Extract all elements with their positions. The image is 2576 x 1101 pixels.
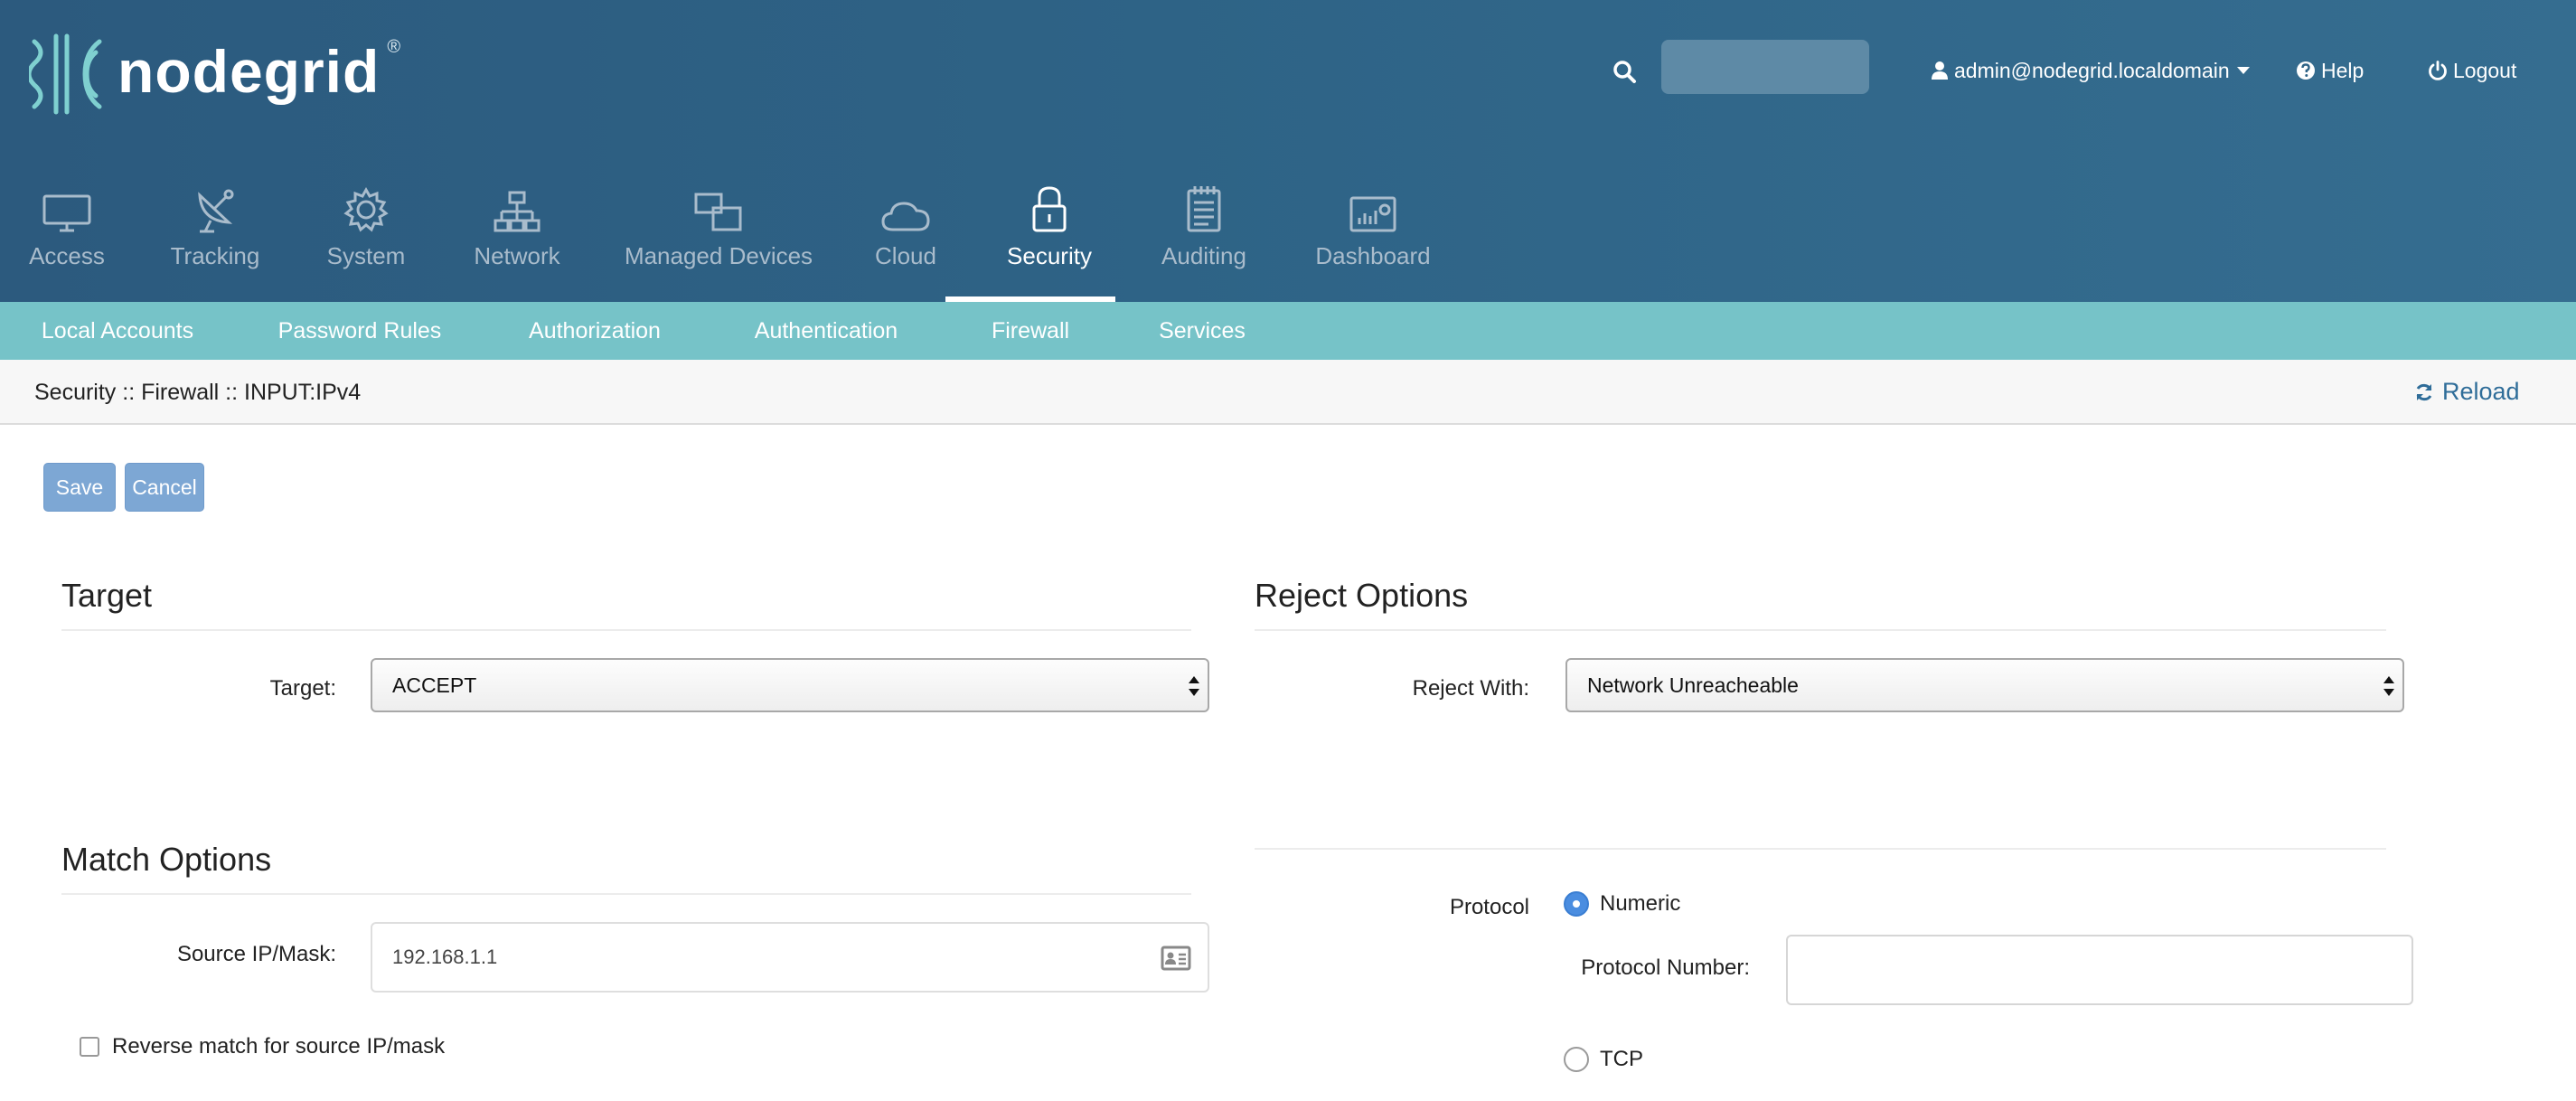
reject-with-select-value: Network Unreacheable: [1587, 673, 1799, 697]
satellite-dish-icon: [198, 189, 234, 233]
protocol-label: Protocol: [1449, 895, 1529, 919]
reject-section-divider: [1255, 629, 2386, 631]
question-circle-icon: [2297, 61, 2315, 80]
brand-registered-mark: ®: [387, 36, 401, 57]
user-name: admin@nodegrid.localdomain: [1954, 58, 2230, 82]
nodegrid-logo[interactable]: nodegrid ®: [29, 29, 400, 119]
nav-system[interactable]: System: [325, 177, 407, 302]
nav-security[interactable]: Security: [1001, 177, 1097, 302]
protocol-numeric-label: Numeric: [1600, 891, 1681, 916]
nav-network[interactable]: Network: [472, 177, 562, 302]
reverse-source-checkbox[interactable]: [80, 1037, 99, 1057]
source-ip-input[interactable]: 192.168.1.1: [371, 922, 1209, 993]
target-select-value: ACCEPT: [392, 673, 477, 697]
lock-icon: [1032, 186, 1067, 232]
nav-tracking[interactable]: Tracking: [170, 177, 260, 302]
protocol-numeric-radio[interactable]: [1564, 891, 1589, 917]
match-section-title: Match Options: [61, 841, 272, 878]
target-label: Target:: [269, 676, 336, 701]
select-arrows-icon: [2383, 676, 2394, 696]
gear-icon: [343, 186, 389, 232]
app-header: nodegrid ® admin@nodegrid.localdomain He…: [0, 0, 2576, 302]
nav-auditing-label: Auditing: [1161, 242, 1246, 269]
nav-system-label: System: [326, 242, 406, 269]
target-section-divider: [61, 629, 1191, 631]
subnav-services[interactable]: Services: [1142, 302, 1262, 360]
reject-with-label: Reject With:: [1412, 676, 1529, 701]
reverse-source-checkbox-row[interactable]: Reverse match for source IP/mask: [80, 1034, 445, 1059]
subnav-authentication[interactable]: Authentication: [730, 302, 922, 360]
nav-tracking-label: Tracking: [170, 242, 260, 269]
protocol-section-divider: [1255, 848, 2386, 850]
security-subnav: Local Accounts Password Rules Authorizat…: [0, 296, 2576, 360]
save-button[interactable]: Save: [43, 463, 116, 512]
protocol-tcp-option[interactable]: TCP: [1564, 1047, 1643, 1072]
protocol-tcp-label: TCP: [1600, 1047, 1643, 1071]
main-nav: Access Tracking System Network Managed D…: [0, 177, 1537, 302]
breadcrumb: Security :: Firewall :: INPUT:IPv4: [34, 380, 362, 405]
nav-dashboard[interactable]: Dashboard: [1315, 177, 1431, 302]
logout-link[interactable]: Logout: [2428, 54, 2516, 87]
source-ip-label: Source IP/Mask:: [176, 942, 336, 966]
subnav-local-accounts[interactable]: Local Accounts: [18, 302, 217, 360]
reload-label: Reload: [2442, 378, 2520, 405]
nav-managed-devices[interactable]: Managed Devices: [625, 177, 813, 302]
logout-label: Logout: [2453, 58, 2517, 82]
target-select[interactable]: ACCEPT: [371, 658, 1209, 712]
cloud-icon: [881, 202, 930, 231]
nav-auditing[interactable]: Auditing: [1159, 177, 1249, 302]
breadcrumb-bar: Security :: Firewall :: INPUT:IPv4 Reloa…: [0, 360, 2576, 425]
protocol-number-input[interactable]: [1786, 935, 2413, 1005]
subnav-password-rules[interactable]: Password Rules: [260, 302, 459, 360]
help-link[interactable]: Help: [2296, 54, 2364, 87]
brand-name: nodegrid: [118, 38, 381, 105]
power-icon: [2429, 61, 2447, 80]
nav-managed-devices-label: Managed Devices: [624, 242, 813, 269]
reverse-source-label: Reverse match for source IP/mask: [112, 1034, 446, 1059]
nav-network-label: Network: [474, 242, 560, 269]
match-section-divider: [61, 893, 1191, 895]
nav-dashboard-label: Dashboard: [1315, 242, 1431, 269]
devices-icon: [694, 193, 742, 231]
search-icon[interactable]: [1609, 56, 1641, 89]
reject-section-title: Reject Options: [1255, 577, 1469, 614]
target-section-title: Target: [61, 577, 153, 614]
user-menu[interactable]: admin@nodegrid.localdomain: [1931, 54, 2257, 87]
caret-down-icon: [2236, 67, 2250, 74]
select-arrows-icon: [1189, 676, 1199, 696]
nav-access-label: Access: [29, 242, 105, 269]
user-icon: [1932, 61, 1948, 80]
source-ip-value: 192.168.1.1: [392, 946, 498, 968]
nav-cloud-label: Cloud: [875, 242, 936, 269]
reject-with-select[interactable]: Network Unreacheable: [1565, 658, 2404, 712]
dashboard-chart-icon: [1349, 196, 1396, 232]
refresh-icon: [2416, 383, 2432, 400]
nav-cloud[interactable]: Cloud: [871, 177, 940, 302]
subnav-firewall[interactable]: Firewall: [945, 296, 1115, 360]
nav-access[interactable]: Access: [29, 177, 105, 302]
search-input[interactable]: [1661, 40, 1869, 94]
address-card-icon[interactable]: [1161, 946, 1191, 971]
reload-button[interactable]: Reload: [2413, 378, 2520, 406]
monitor-icon: [42, 194, 91, 232]
notepad-icon: [1187, 186, 1221, 232]
network-topology-icon: [494, 191, 541, 232]
subnav-authorization[interactable]: Authorization: [503, 302, 687, 360]
protocol-number-label: Protocol Number:: [1581, 955, 1750, 980]
nodegrid-logo-mark-icon: [29, 33, 102, 115]
protocol-numeric-option[interactable]: Numeric: [1564, 891, 1680, 917]
cancel-button[interactable]: Cancel: [125, 463, 204, 512]
help-label: Help: [2321, 58, 2364, 82]
protocol-tcp-radio[interactable]: [1564, 1047, 1589, 1072]
nav-security-label: Security: [1007, 242, 1092, 269]
